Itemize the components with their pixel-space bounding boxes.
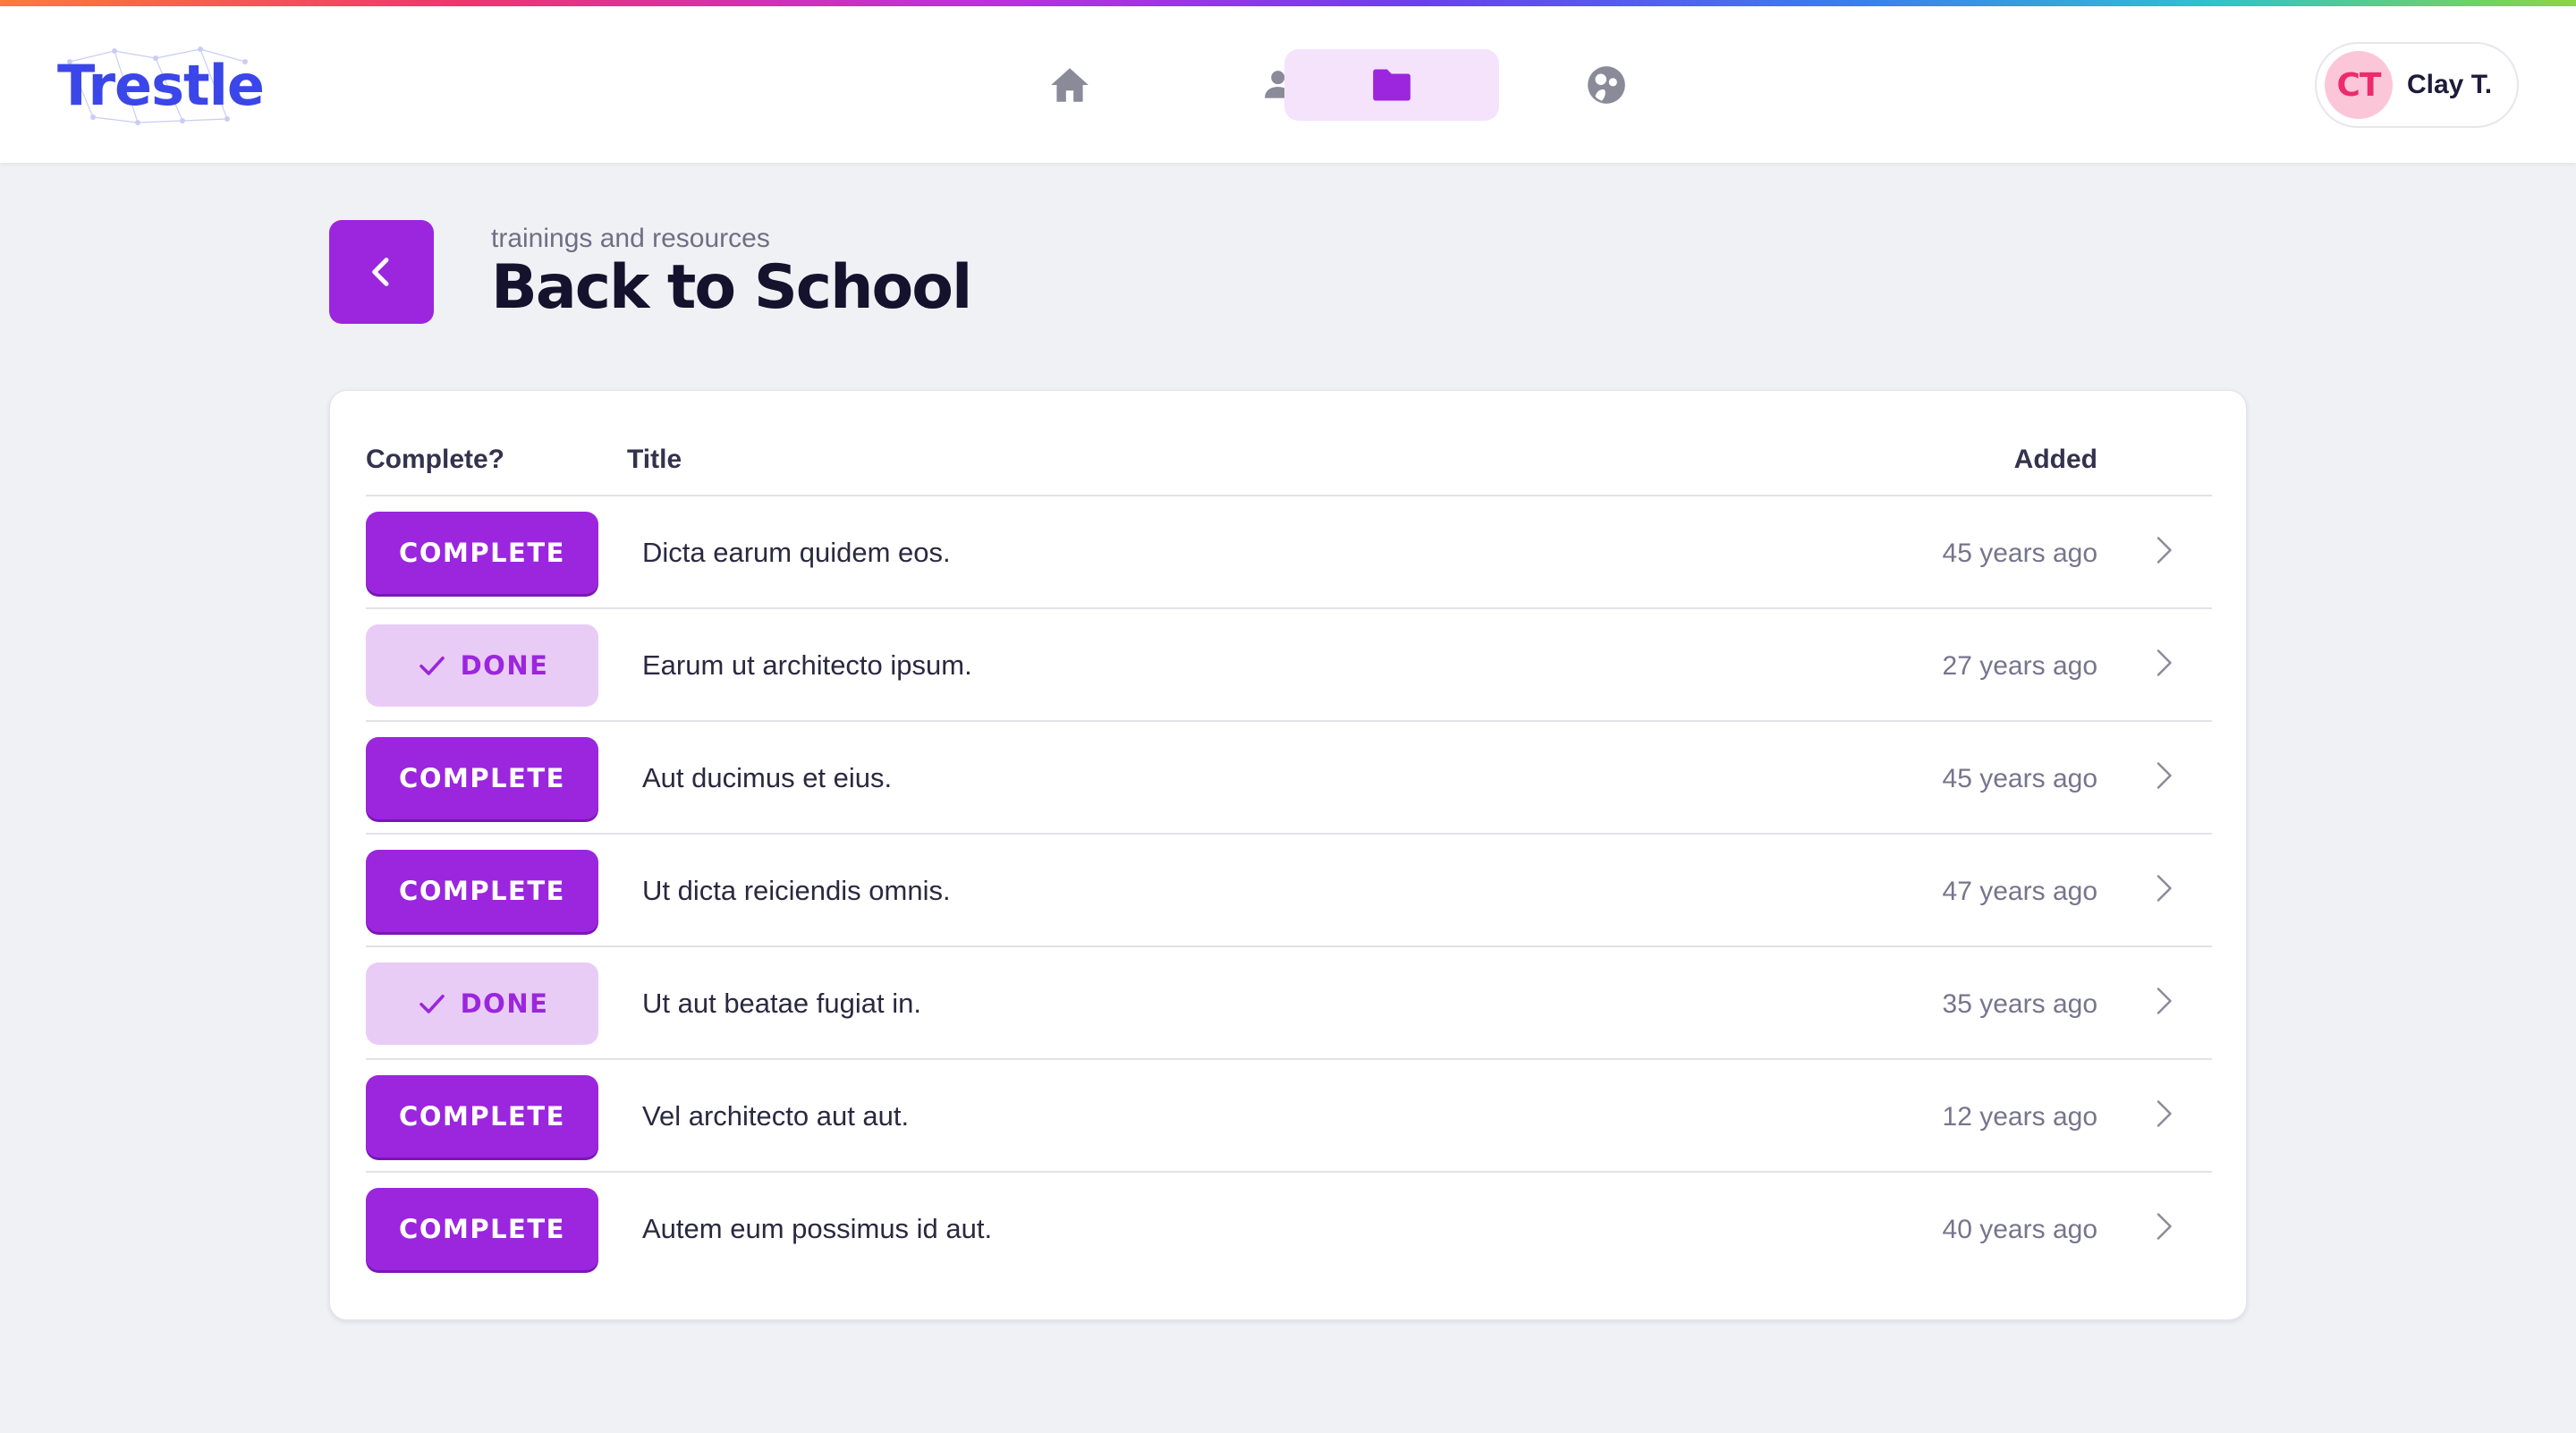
top-navigation-bar: Trestle CT Clay T. xyxy=(0,6,2576,163)
chevron-left-icon xyxy=(371,258,388,286)
table-row[interactable]: COMPLETE Autem eum possimus id aut. 40 yea… xyxy=(366,1173,2212,1285)
added-date: 45 years ago xyxy=(1942,764,2097,793)
resource-title[interactable]: Dicta earum quidem eos. xyxy=(642,537,951,569)
complete-button[interactable]: COMPLETE xyxy=(366,1075,598,1157)
chevron-right-icon[interactable] xyxy=(2148,985,2180,1017)
added-date: 40 years ago xyxy=(1942,1215,2097,1244)
complete-button[interactable]: COMPLETE xyxy=(366,512,598,594)
chevron-right-icon[interactable] xyxy=(2148,1210,2180,1242)
check-icon xyxy=(419,994,445,1013)
page-title: Back to School xyxy=(491,252,972,323)
nav-item-home[interactable] xyxy=(962,49,1177,121)
check-icon xyxy=(419,656,445,675)
logo-text: Trestle xyxy=(57,53,265,118)
added-date: 12 years ago xyxy=(1942,1102,2097,1132)
table-header: Complete? Title Added xyxy=(366,391,2212,496)
nav-item-resources[interactable] xyxy=(1284,49,1499,121)
home-icon xyxy=(1051,68,1089,102)
resource-title[interactable]: Earum ut architecto ipsum. xyxy=(642,649,972,682)
table-row[interactable]: COMPLETE Dicta earum quidem eos. 45 years … xyxy=(366,496,2212,609)
added-date: 35 years ago xyxy=(1942,989,2097,1019)
chevron-right-icon[interactable] xyxy=(2148,1098,2180,1130)
column-header-title: Title xyxy=(627,445,682,474)
user-menu[interactable]: CT Clay T. xyxy=(2315,42,2519,128)
status-button-label: COMPLETE xyxy=(399,876,565,906)
resource-title[interactable]: Aut ducimus et eius. xyxy=(642,762,892,794)
done-button[interactable]: DONE xyxy=(366,962,598,1045)
resource-title[interactable]: Ut aut beatae fugiat in. xyxy=(642,988,921,1020)
added-date: 27 years ago xyxy=(1942,651,2097,681)
rainbow-accent-bar xyxy=(0,0,2576,6)
added-date: 45 years ago xyxy=(1942,538,2097,568)
resource-title[interactable]: Ut dicta reiciendis omnis. xyxy=(642,875,951,907)
added-date: 47 years ago xyxy=(1942,877,2097,906)
breadcrumb[interactable]: trainings and resources xyxy=(491,224,770,254)
resources-table-card: Complete? Title Added COMPLETE Dicta earu… xyxy=(329,390,2247,1320)
status-button-label: COMPLETE xyxy=(399,763,565,793)
chevron-right-icon[interactable] xyxy=(2148,872,2180,904)
user-name: Clay T. xyxy=(2407,70,2493,99)
complete-button[interactable]: COMPLETE xyxy=(366,850,598,932)
chevron-right-icon[interactable] xyxy=(2148,759,2180,792)
resource-title[interactable]: Autem eum possimus id aut. xyxy=(642,1213,992,1245)
status-button-label: COMPLETE xyxy=(399,538,565,568)
status-button-label: COMPLETE xyxy=(399,1214,565,1244)
resource-title[interactable]: Vel architecto aut aut. xyxy=(642,1100,909,1132)
folder-icon xyxy=(1373,69,1411,101)
avatar: CT xyxy=(2325,51,2393,119)
status-button-label: DONE xyxy=(460,650,549,681)
column-header-complete: Complete? xyxy=(366,445,505,474)
table-row[interactable]: COMPLETE Aut ducimus et eius. 45 years ago xyxy=(366,722,2212,835)
table-row[interactable]: COMPLETE Ut dicta reiciendis omnis. 47 yea… xyxy=(366,835,2212,947)
complete-button[interactable]: COMPLETE xyxy=(366,737,598,819)
app-logo[interactable]: Trestle xyxy=(57,42,265,131)
chevron-right-icon[interactable] xyxy=(2148,534,2180,566)
globe-icon xyxy=(1588,66,1625,104)
chevron-right-icon[interactable] xyxy=(2148,647,2180,679)
column-header-added: Added xyxy=(2013,445,2097,474)
table-row[interactable]: DONE Earum ut architecto ipsum. 27 years a… xyxy=(366,609,2212,722)
complete-button[interactable]: COMPLETE xyxy=(366,1188,598,1270)
nav-item-community[interactable] xyxy=(1499,49,1714,121)
done-button[interactable]: DONE xyxy=(366,624,598,707)
table-row[interactable]: COMPLETE Vel architecto aut aut. 12 years … xyxy=(366,1060,2212,1173)
back-button[interactable] xyxy=(329,220,434,324)
status-button-label: COMPLETE xyxy=(399,1101,565,1132)
table-row[interactable]: DONE Ut aut beatae fugiat in. 35 years ago xyxy=(366,947,2212,1060)
status-button-label: DONE xyxy=(460,988,549,1019)
